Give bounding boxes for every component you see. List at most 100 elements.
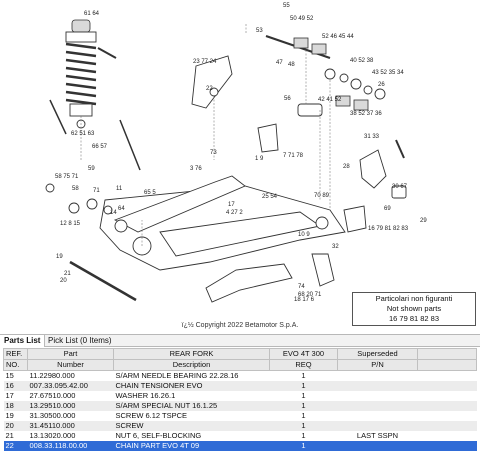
cell-req: 1 xyxy=(269,431,338,441)
callout-number[interactable]: 64 xyxy=(118,206,125,212)
table-row[interactable]: 16 007.33.095.42.00 CHAIN TENSIONER EVO 1 xyxy=(3,381,477,391)
cell-part-number: 008.33.118.00.00 xyxy=(27,441,114,451)
not-shown-english: Not shown parts xyxy=(386,304,442,313)
callout-number[interactable]: 16 79 81 82 83 xyxy=(368,226,409,232)
col-ref-header[interactable]: REF. xyxy=(3,348,28,360)
copyright-notice: ï¿½ Copyright 2022 Betamotor S.p.A. xyxy=(181,322,299,329)
callout-number[interactable]: 52 46 45 44 xyxy=(322,34,354,40)
callout-number[interactable]: 32 xyxy=(332,244,339,250)
cell-req: 1 xyxy=(269,401,338,411)
cell-part-number: 31.45110.000 xyxy=(27,421,114,431)
cell-filler xyxy=(417,411,477,421)
callout-number[interactable]: 20 xyxy=(60,278,67,284)
cell-description: CHAIN TENSIONER EVO xyxy=(113,381,270,391)
callout-number[interactable]: 1 9 xyxy=(255,156,264,162)
linkage[interactable] xyxy=(191,55,323,153)
cell-req: 1 xyxy=(269,381,338,391)
table-row[interactable]: 17 27.67510.000 WASHER 16.26.1 1 xyxy=(3,391,477,401)
callout-number[interactable]: 10 9 xyxy=(298,232,310,238)
col-req-header[interactable]: EVO 4T 300 xyxy=(269,348,338,360)
rear-axle[interactable] xyxy=(69,260,137,302)
col-description-header[interactable]: REAR FORK xyxy=(113,348,270,360)
table-row[interactable]: 22 008.33.118.00.00 CHAIN PART EVO 4T 09 1 xyxy=(3,441,477,451)
callout-number[interactable]: 23 77 24 xyxy=(193,59,217,65)
callout-number[interactable]: 11 xyxy=(116,186,123,192)
callout-number[interactable]: 19 xyxy=(56,254,63,260)
table-row[interactable]: 18 13.29510.000 S/ARM SPECIAL NUT 16.1.25 1 xyxy=(3,401,477,411)
callout-number[interactable]: 58 75 71 xyxy=(55,174,79,180)
cell-superseded: LAST SSPN xyxy=(337,431,418,441)
shock-absorber[interactable] xyxy=(65,19,117,129)
callout-number[interactable]: 42 41 52 xyxy=(318,97,342,103)
tab-parts-list[interactable]: Parts List xyxy=(0,335,46,347)
cell-ref: 17 xyxy=(3,391,28,401)
cell-superseded xyxy=(337,391,418,401)
cell-part-number: 27.67510.000 xyxy=(27,391,114,401)
cell-filler xyxy=(417,391,477,401)
cell-part-number: 11.22980.000 xyxy=(27,370,114,381)
callout-number[interactable]: 40 52 38 xyxy=(350,58,374,64)
table-subheader-row: NO. Number Description REQ P/N xyxy=(3,359,477,371)
callout-number[interactable]: 61 64 xyxy=(84,11,100,17)
cell-filler xyxy=(417,421,477,431)
callout-number[interactable]: 74 xyxy=(298,284,305,290)
cell-description: SCREW xyxy=(113,421,270,431)
callout-number[interactable]: 65 5 xyxy=(144,190,156,196)
cell-req: 1 xyxy=(269,370,338,381)
parts-table: REF. Part REAR FORK EVO 4T 300 Supersede… xyxy=(3,348,477,451)
callout-number[interactable]: 73 xyxy=(210,150,217,156)
callout-number[interactable]: 55 xyxy=(283,3,290,9)
callout-number[interactable]: 46 xyxy=(0,0,7,2)
callout-number[interactable]: 70 89 xyxy=(314,193,330,199)
callout-number[interactable]: 48 xyxy=(288,62,295,68)
callout-number[interactable]: 69 xyxy=(384,206,391,212)
callout-number[interactable]: 59 xyxy=(88,166,95,172)
col-part-header[interactable]: Part xyxy=(27,348,114,360)
callout-number[interactable]: 58 xyxy=(72,186,79,192)
cell-req: 1 xyxy=(269,391,338,401)
cell-req: 1 xyxy=(269,421,338,431)
callout-number[interactable]: 56 xyxy=(284,96,291,102)
table-row[interactable]: 21 13.13020.000 NUT 6, SELF-BLOCKING 1 LAST … xyxy=(3,431,477,441)
pivot-bolt-parts[interactable] xyxy=(45,99,141,215)
cell-description: WASHER 16.26.1 xyxy=(113,391,270,401)
callout-number[interactable]: 31 33 xyxy=(364,134,380,140)
callout-number[interactable]: 3 76 xyxy=(190,166,202,172)
callout-number[interactable]: 4 27 2 xyxy=(226,210,243,216)
callout-number[interactable]: 14 xyxy=(110,210,117,216)
callout-number[interactable]: 62 51 63 xyxy=(71,131,95,137)
callout-number[interactable]: 50 49 52 xyxy=(290,16,314,22)
callout-number[interactable]: 26 xyxy=(378,82,385,88)
cell-superseded xyxy=(337,401,418,411)
callout-number[interactable]: 30 67 xyxy=(392,184,408,190)
callout-number[interactable]: 53 xyxy=(256,28,263,34)
swingarm[interactable] xyxy=(99,175,346,271)
table-row[interactable]: 15 11.22980.000 S/ARM NEEDLE BEARING 22.28… xyxy=(3,370,477,381)
callout-number[interactable]: 21 xyxy=(64,271,71,277)
callout-number[interactable]: 22 xyxy=(206,86,213,92)
callout-number[interactable]: 29 xyxy=(420,218,427,224)
callout-number[interactable]: 25 54 xyxy=(262,194,278,200)
callout-number[interactable]: 12 8 15 xyxy=(60,221,81,227)
callout-number[interactable]: 68 20 71 xyxy=(298,292,322,298)
callout-number[interactable]: 7 71 78 xyxy=(283,153,304,159)
table-row[interactable]: 19 31.30500.000 SCREW 6.12 TSPCE 1 xyxy=(3,411,477,421)
callout-number[interactable]: 66 57 xyxy=(92,144,108,150)
cell-superseded xyxy=(337,441,418,451)
callout-number[interactable]: 38 52 37 36 xyxy=(350,111,382,117)
col-superseded-header[interactable]: Superseded xyxy=(337,348,418,360)
cell-filler xyxy=(417,441,477,451)
table-header-row: REF. Part REAR FORK EVO 4T 300 Supersede… xyxy=(3,348,477,360)
callout-number[interactable]: 28 xyxy=(343,164,350,170)
callout-number[interactable]: 17 xyxy=(228,202,235,208)
cell-description: NUT 6, SELF-BLOCKING xyxy=(113,431,270,441)
col-description-subheader: Description xyxy=(113,359,270,371)
cell-filler xyxy=(417,401,477,411)
callout-number[interactable]: 71 xyxy=(93,188,100,194)
callout-number[interactable]: 43 52 35 34 xyxy=(372,70,404,76)
col-filler-header xyxy=(417,348,477,360)
table-row[interactable]: 20 31.45110.000 SCREW 1 xyxy=(3,421,477,431)
callout-number[interactable]: 47 xyxy=(276,60,283,66)
cell-part-number: 007.33.095.42.00 xyxy=(27,381,114,391)
tab-pick-list[interactable]: Pick List (0 Items) xyxy=(44,335,116,347)
